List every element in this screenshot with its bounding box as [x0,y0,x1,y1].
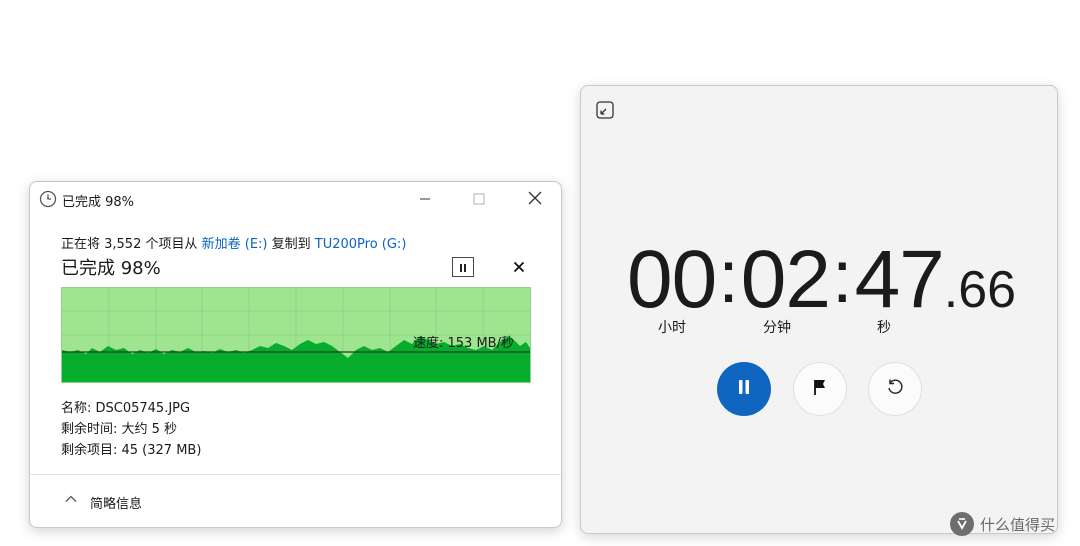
progress-title: 已完成 98% [61,258,161,279]
reset-icon [885,377,905,401]
title-bar[interactable]: 已完成 98% [30,182,561,216]
pause-copy-button[interactable] [452,257,474,277]
destination-drive-link[interactable]: TU200Pro (G:) [315,237,407,252]
seconds-label: 秒 [877,320,891,336]
time-remaining: 剩余时间: 大约 5 秒 [61,422,178,437]
elapsed-time-display: 00 : 02 : 47 .66 [627,233,1017,325]
reset-button[interactable] [868,362,922,416]
speed-label: 速度: 153 MB/秒 [413,336,514,351]
stopwatch-window: 00 : 02 : 47 .66 小时 分钟 秒 [580,85,1058,534]
pause-icon [458,258,468,277]
time-separator: : [832,235,853,318]
source-drive-link[interactable]: 新加卷 (E:) [202,237,268,252]
maximize-icon [473,190,485,209]
watermark: 什么值得买 [950,512,1055,536]
minutes-value: 02 [740,234,831,325]
pause-button[interactable] [717,362,771,416]
less-details-label: 简略信息 [90,497,143,512]
hours-label: 小时 [658,320,686,336]
cancel-copy-button[interactable] [510,258,528,276]
current-file-name: 名称: DSC05745.JPG [61,401,191,416]
flag-icon [810,377,830,401]
minutes-label: 分钟 [763,320,791,336]
chevron-up-icon [64,491,78,505]
time-separator: : [718,235,739,318]
close-button[interactable] [512,182,558,216]
watermark-logo [950,512,974,536]
close-icon [528,190,542,209]
fraction-value: .66 [943,261,1017,319]
clock-icon [39,190,57,208]
compact-overlay-icon [595,101,615,124]
maximize-button[interactable] [456,182,502,216]
minimize-icon [419,190,431,209]
pause-icon [734,377,754,401]
compact-overlay-button[interactable] [595,100,615,120]
seconds-value: 47 [854,234,945,325]
copy-desc-middle: 复制到 [267,237,315,252]
copy-progress-window: 已完成 98% 正在将 3,552 个项目从 新加卷 (E:) 复制到 TU20… [29,181,562,528]
lap-button[interactable] [793,362,847,416]
items-remaining: 剩余项目: 45 (327 MB) [61,443,202,458]
copy-desc-prefix: 正在将 3,552 个项目从 [61,237,202,252]
copy-description: 正在将 3,552 个项目从 新加卷 (E:) 复制到 TU200Pro (G:… [61,233,406,252]
minimize-button[interactable] [402,182,448,216]
less-details-toggle[interactable]: 简略信息 [30,474,561,527]
hours-value: 00 [627,234,717,325]
window-title: 已完成 98% [62,195,135,210]
cancel-icon [513,258,525,277]
watermark-text: 什么值得买 [980,515,1056,534]
